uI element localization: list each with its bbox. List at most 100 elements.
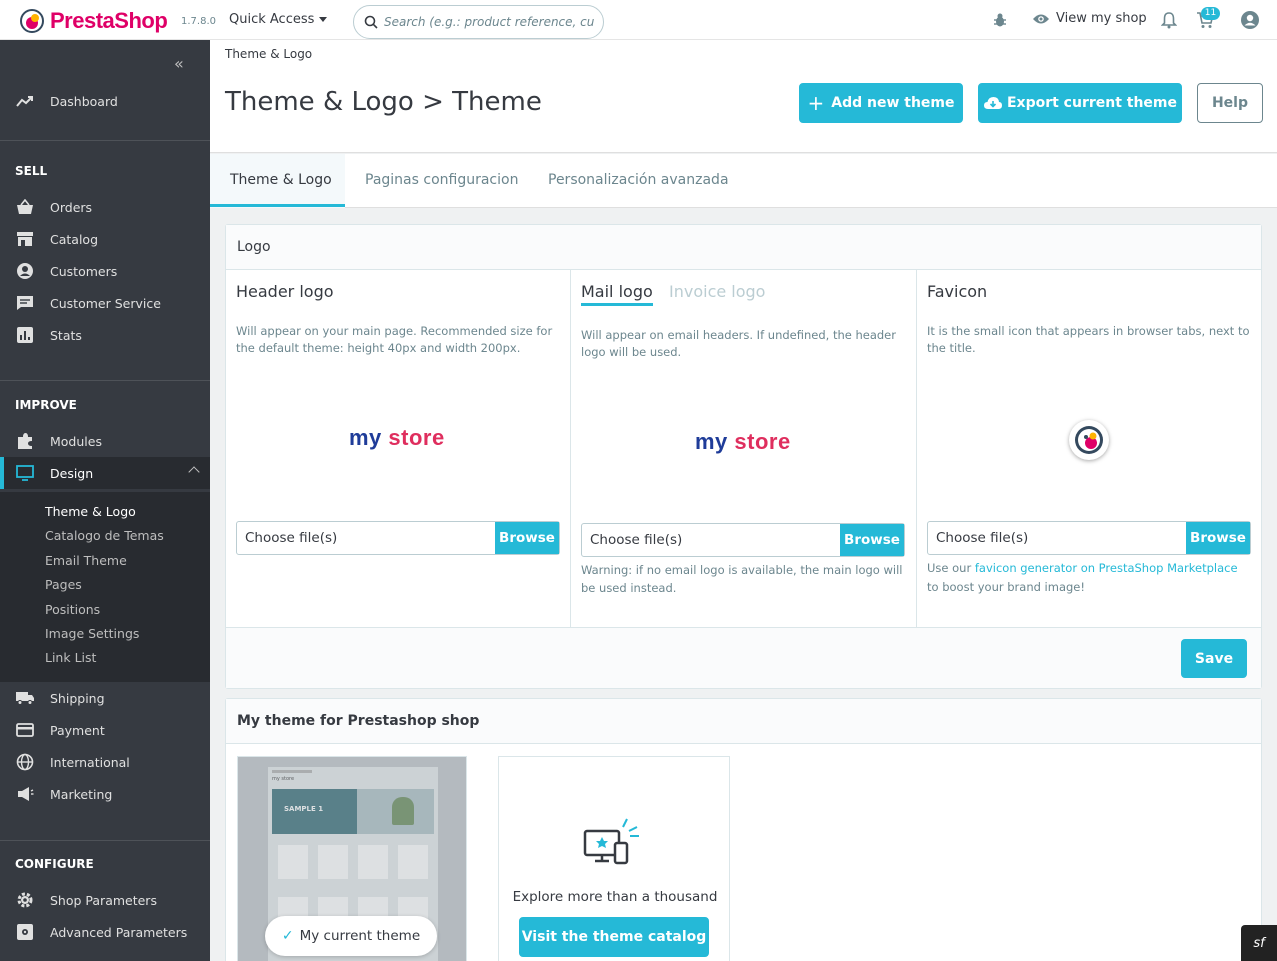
export-current-theme-button[interactable]: Export current theme xyxy=(978,83,1182,123)
visit-theme-catalog-button[interactable]: Visit the theme catalog xyxy=(519,917,709,957)
sidebar-item-label: Customer Service xyxy=(50,295,161,311)
header-logo-file-input[interactable]: Choose file(s) Browse xyxy=(236,521,560,555)
symfony-debug-toolbar-toggle[interactable]: sf xyxy=(1241,925,1277,961)
sidebar-item-label: Dashboard xyxy=(50,93,118,109)
sidebar-item-label: Customers xyxy=(50,263,118,279)
prestashop-logo[interactable]: PrestaShop xyxy=(20,8,168,34)
sidebar-item-dashboard[interactable]: Dashboard xyxy=(0,85,210,117)
header-logo-title: Header logo xyxy=(236,282,334,301)
check-icon: ✓ xyxy=(281,928,294,944)
prestashop-logo-icon xyxy=(20,9,44,33)
tab-paginas-configuracion[interactable]: Paginas configuracion xyxy=(365,172,518,188)
sidebar-item-stats[interactable]: Stats xyxy=(0,319,210,351)
caret-down-icon xyxy=(319,17,328,22)
my-current-theme-pill: ✓ My current theme xyxy=(265,916,437,956)
sidebar-item-modules[interactable]: Modules xyxy=(0,425,210,457)
bar-chart-icon xyxy=(15,325,35,345)
basket-icon xyxy=(15,197,35,217)
visit-catalog-label: Visit the theme catalog xyxy=(521,929,707,945)
search-input[interactable] xyxy=(384,15,594,29)
symfony-badge-label: sf xyxy=(1253,935,1265,951)
submenu-item-theme-logo[interactable]: Theme & Logo xyxy=(45,504,136,519)
chat-icon xyxy=(15,293,35,313)
add-new-theme-button[interactable]: + Add new theme xyxy=(799,83,963,123)
browse-button[interactable]: Browse xyxy=(840,524,904,556)
sidebar-item-payment[interactable]: Payment xyxy=(0,714,210,746)
favicon-file-input[interactable]: Choose file(s) Browse xyxy=(927,521,1251,555)
tab-mail-logo[interactable]: Mail logo xyxy=(581,282,653,306)
sidebar-item-customer-service[interactable]: Customer Service xyxy=(0,287,210,319)
sidebar-item-label: Catalog xyxy=(50,231,99,247)
desktop-icon xyxy=(15,463,35,483)
cart-count-badge: 11 xyxy=(1201,7,1220,20)
sidebar-item-international[interactable]: International xyxy=(0,746,210,778)
submenu-item-link-list[interactable]: Link List xyxy=(45,650,96,665)
save-button[interactable]: Save xyxy=(1181,639,1247,678)
user-icon[interactable] xyxy=(1240,10,1260,30)
theme-card: My theme for Prestashop shop my store SA… xyxy=(225,698,1262,961)
favicon-note: Use our favicon generator on PrestaShop … xyxy=(927,559,1252,597)
choose-file-label: Choose file(s) xyxy=(936,530,1029,546)
logo-card-footer: Save xyxy=(226,627,1261,688)
view-my-shop-link[interactable]: View my shop xyxy=(1032,11,1147,26)
sidebar-item-advanced-parameters[interactable]: Advanced Parameters xyxy=(0,916,210,948)
sidebar-divider xyxy=(0,380,210,381)
sidebar-item-orders[interactable]: Orders xyxy=(0,191,210,223)
quick-access-dropdown[interactable]: Quick Access xyxy=(229,12,328,27)
tab-invoice-logo[interactable]: Invoice logo xyxy=(669,282,765,301)
logo-card-title: Logo xyxy=(237,239,271,255)
submenu-item-catalogo-temas[interactable]: Catalogo de Temas xyxy=(45,528,164,543)
favicon-column: Favicon It is the small icon that appear… xyxy=(917,270,1262,628)
favicon-generator-link[interactable]: favicon generator on PrestaShop Marketpl… xyxy=(975,561,1238,575)
bug-icon[interactable] xyxy=(990,10,1010,30)
submenu-item-positions[interactable]: Positions xyxy=(45,602,100,617)
mail-logo-warning: Warning: if no email logo is available, … xyxy=(581,563,903,595)
submenu-item-pages[interactable]: Pages xyxy=(45,577,82,592)
trending-up-icon xyxy=(15,91,35,111)
account-circle-icon xyxy=(15,261,35,281)
submenu-item-email-theme[interactable]: Email Theme xyxy=(45,553,127,568)
sidebar-divider xyxy=(0,140,210,141)
sidebar-item-label: Shipping xyxy=(50,690,105,706)
help-button[interactable]: Help xyxy=(1197,83,1263,123)
search-bar[interactable] xyxy=(353,5,604,39)
sidebar-divider xyxy=(0,840,210,841)
help-label: Help xyxy=(1211,95,1249,111)
sidebar-item-shop-parameters[interactable]: Shop Parameters xyxy=(0,884,210,916)
save-label: Save xyxy=(1194,650,1234,667)
header-logo-description: Will appear on your main page. Recommend… xyxy=(236,324,553,355)
favicon-image xyxy=(1069,420,1109,460)
eye-icon xyxy=(1033,14,1049,23)
submenu-item-image-settings[interactable]: Image Settings xyxy=(45,626,139,641)
bell-icon[interactable] xyxy=(1159,10,1179,30)
browse-button[interactable]: Browse xyxy=(495,522,559,554)
mail-logo-file-input[interactable]: Choose file(s) Browse xyxy=(581,523,905,557)
megaphone-icon xyxy=(15,784,35,804)
prestashop-favicon-icon xyxy=(1075,426,1103,454)
choose-file-label: Choose file(s) xyxy=(590,532,683,548)
theme-card-header: My theme for Prestashop shop xyxy=(226,699,1261,744)
sidebar-item-label: Marketing xyxy=(50,786,113,802)
breadcrumb[interactable]: Theme & Logo xyxy=(225,47,312,61)
sidebar-item-shipping[interactable]: Shipping xyxy=(0,682,210,714)
sidebar-item-marketing[interactable]: Marketing xyxy=(0,778,210,810)
explore-themes-text: Explore more than a thousand themes xyxy=(512,889,718,907)
sidebar-item-design[interactable]: Design xyxy=(0,457,210,489)
tab-theme-logo[interactable]: Theme & Logo xyxy=(230,172,332,188)
sidebar-item-customers[interactable]: Customers xyxy=(0,255,210,287)
header-logo-column: Header logo Will appear on your main pag… xyxy=(226,270,571,628)
view-shop-label: View my shop xyxy=(1056,11,1147,26)
logo-card-header: Logo xyxy=(226,225,1261,270)
collapse-sidebar-icon[interactable]: « xyxy=(174,54,184,73)
tab-personalizacion-avanzada[interactable]: Personalización avanzada xyxy=(548,172,729,188)
sidebar-item-catalog[interactable]: Catalog xyxy=(0,223,210,255)
tabs-bar: Theme & Logo Paginas configuracion Perso… xyxy=(210,154,1277,208)
browse-button[interactable]: Browse xyxy=(1186,522,1250,554)
cloud-download-icon xyxy=(983,97,1002,109)
puzzle-icon xyxy=(15,431,35,451)
globe-icon xyxy=(15,752,35,772)
store-logo-text-my: my xyxy=(349,425,382,450)
section-improve-title: IMPROVE xyxy=(15,398,77,412)
store-logo-text-store: store xyxy=(734,429,791,454)
add-theme-label: Add new theme xyxy=(831,95,955,111)
